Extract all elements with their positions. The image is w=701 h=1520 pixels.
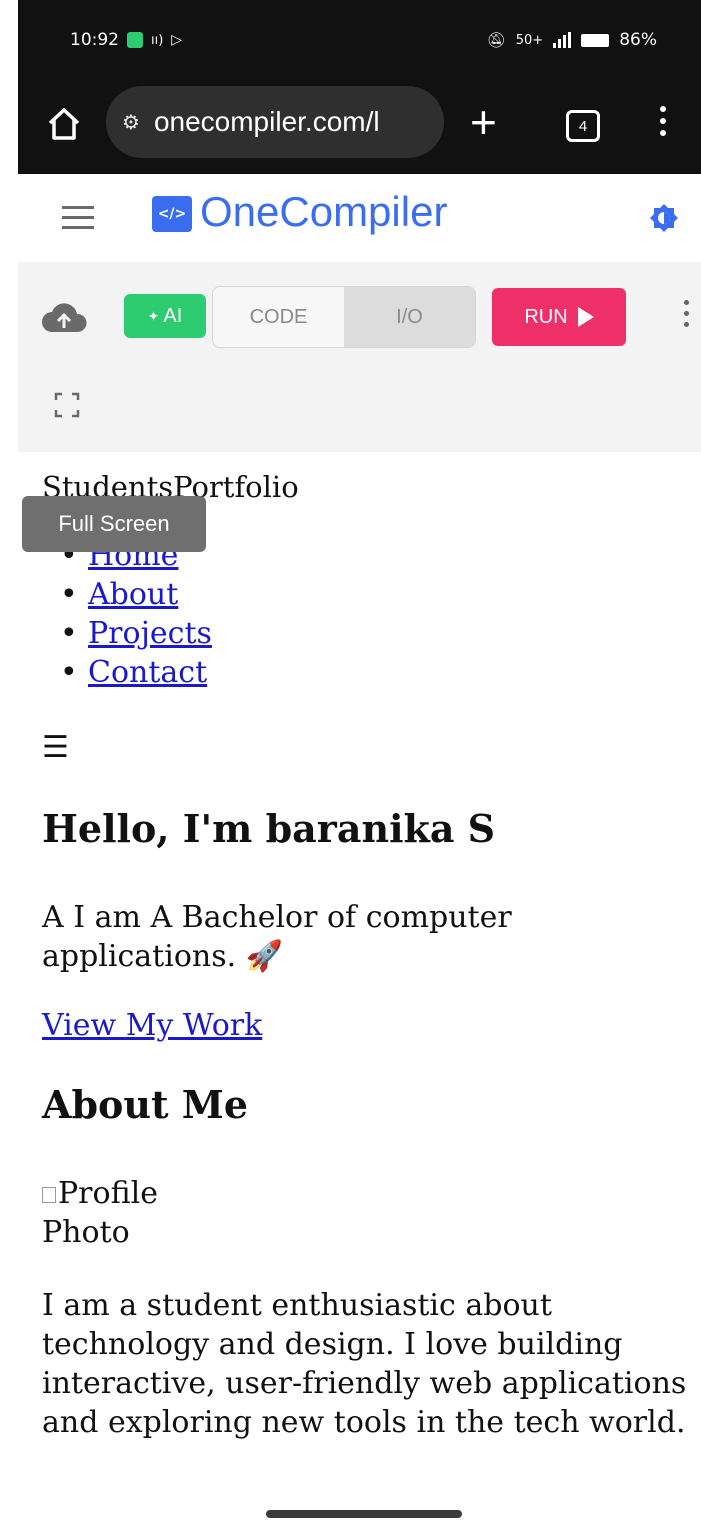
- ai-button[interactable]: ✦ AI: [124, 294, 206, 338]
- nav-list: Home About Projects Contact: [60, 536, 212, 692]
- ai-label: AI: [163, 304, 183, 327]
- nav-item: Contact: [60, 653, 212, 692]
- view-work-link[interactable]: View My Work: [42, 1008, 262, 1043]
- sparkle-icon: ✦: [147, 307, 160, 324]
- address-bar[interactable]: ⚙ onecompiler.com/l: [106, 86, 444, 158]
- battery-icon: [581, 33, 610, 47]
- menu-toggle-icon[interactable]: ☰: [42, 730, 69, 765]
- nav-item: About: [60, 575, 212, 614]
- editor-toolbar: ✦ AI CODE I/O RUN: [18, 262, 701, 452]
- network-type: 50+: [515, 32, 544, 48]
- url-text: onecompiler.com/l: [153, 106, 380, 137]
- nav-item: Projects: [60, 614, 212, 653]
- brand-name[interactable]: OneCompiler: [200, 188, 447, 236]
- theme-icon[interactable]: [648, 202, 680, 234]
- hero-text: A I am A Bachelor of computer applicatio…: [42, 898, 662, 976]
- run-button[interactable]: RUN: [492, 288, 626, 346]
- run-label: RUN: [524, 305, 568, 328]
- left-edge: [0, 0, 18, 1520]
- tabs-icon[interactable]: 4: [566, 110, 600, 142]
- play-store-icon: ▷: [171, 32, 183, 48]
- battery-level: 86%: [619, 30, 657, 50]
- site-header: </> OneCompiler: [18, 174, 701, 262]
- about-text: I am a student enthusiastic about techno…: [42, 1288, 687, 1440]
- hero-title: Hello, I'm baranika S: [42, 806, 496, 851]
- logo-icon[interactable]: </>: [152, 196, 192, 232]
- app-notification-icon: [127, 32, 143, 48]
- cloud-upload-icon[interactable]: [40, 300, 88, 336]
- more-icon[interactable]: [684, 300, 690, 333]
- play-icon: [577, 307, 594, 327]
- rocket-icon: 🚀: [245, 939, 284, 974]
- status-time: 10:92: [70, 30, 119, 50]
- status-bar: 10:92 ıı) ▷ 🔕︎ 50+ 86%: [18, 0, 701, 78]
- fullscreen-icon[interactable]: [54, 392, 80, 418]
- hamburger-icon[interactable]: [62, 206, 94, 236]
- broken-image-icon: [42, 1187, 56, 1203]
- status-left: 10:92 ıı) ▷: [70, 30, 182, 50]
- profile-photo-alt: Profile Photo: [42, 1176, 158, 1250]
- view-toggle: CODE I/O: [212, 286, 476, 348]
- vibrate-icon: ıı): [151, 32, 164, 48]
- mute-icon: 🔕︎: [486, 31, 506, 49]
- tab-code[interactable]: CODE: [213, 287, 344, 347]
- tune-icon[interactable]: ⚙: [122, 110, 140, 134]
- signal-icon: [553, 32, 572, 48]
- fullscreen-tooltip: Full Screen: [22, 496, 206, 552]
- output-preview: StudentsPortfolio Full Screen Home About…: [18, 452, 701, 1494]
- gesture-bar[interactable]: [266, 1510, 462, 1518]
- about-title: About Me: [42, 1082, 249, 1127]
- profile-photo: Profile Photo: [42, 1174, 222, 1252]
- browser-toolbar: ⚙ onecompiler.com/l + 4: [18, 78, 701, 174]
- new-tab-button[interactable]: +: [470, 94, 497, 150]
- home-icon[interactable]: [44, 104, 84, 144]
- status-right: 🔕︎ 50+ 86%: [487, 30, 657, 50]
- kebab-icon[interactable]: [660, 106, 668, 142]
- nav-link-contact[interactable]: Contact: [88, 655, 207, 690]
- tab-io[interactable]: I/O: [344, 287, 475, 347]
- nav-link-about[interactable]: About: [88, 577, 178, 612]
- nav-link-projects[interactable]: Projects: [88, 616, 212, 651]
